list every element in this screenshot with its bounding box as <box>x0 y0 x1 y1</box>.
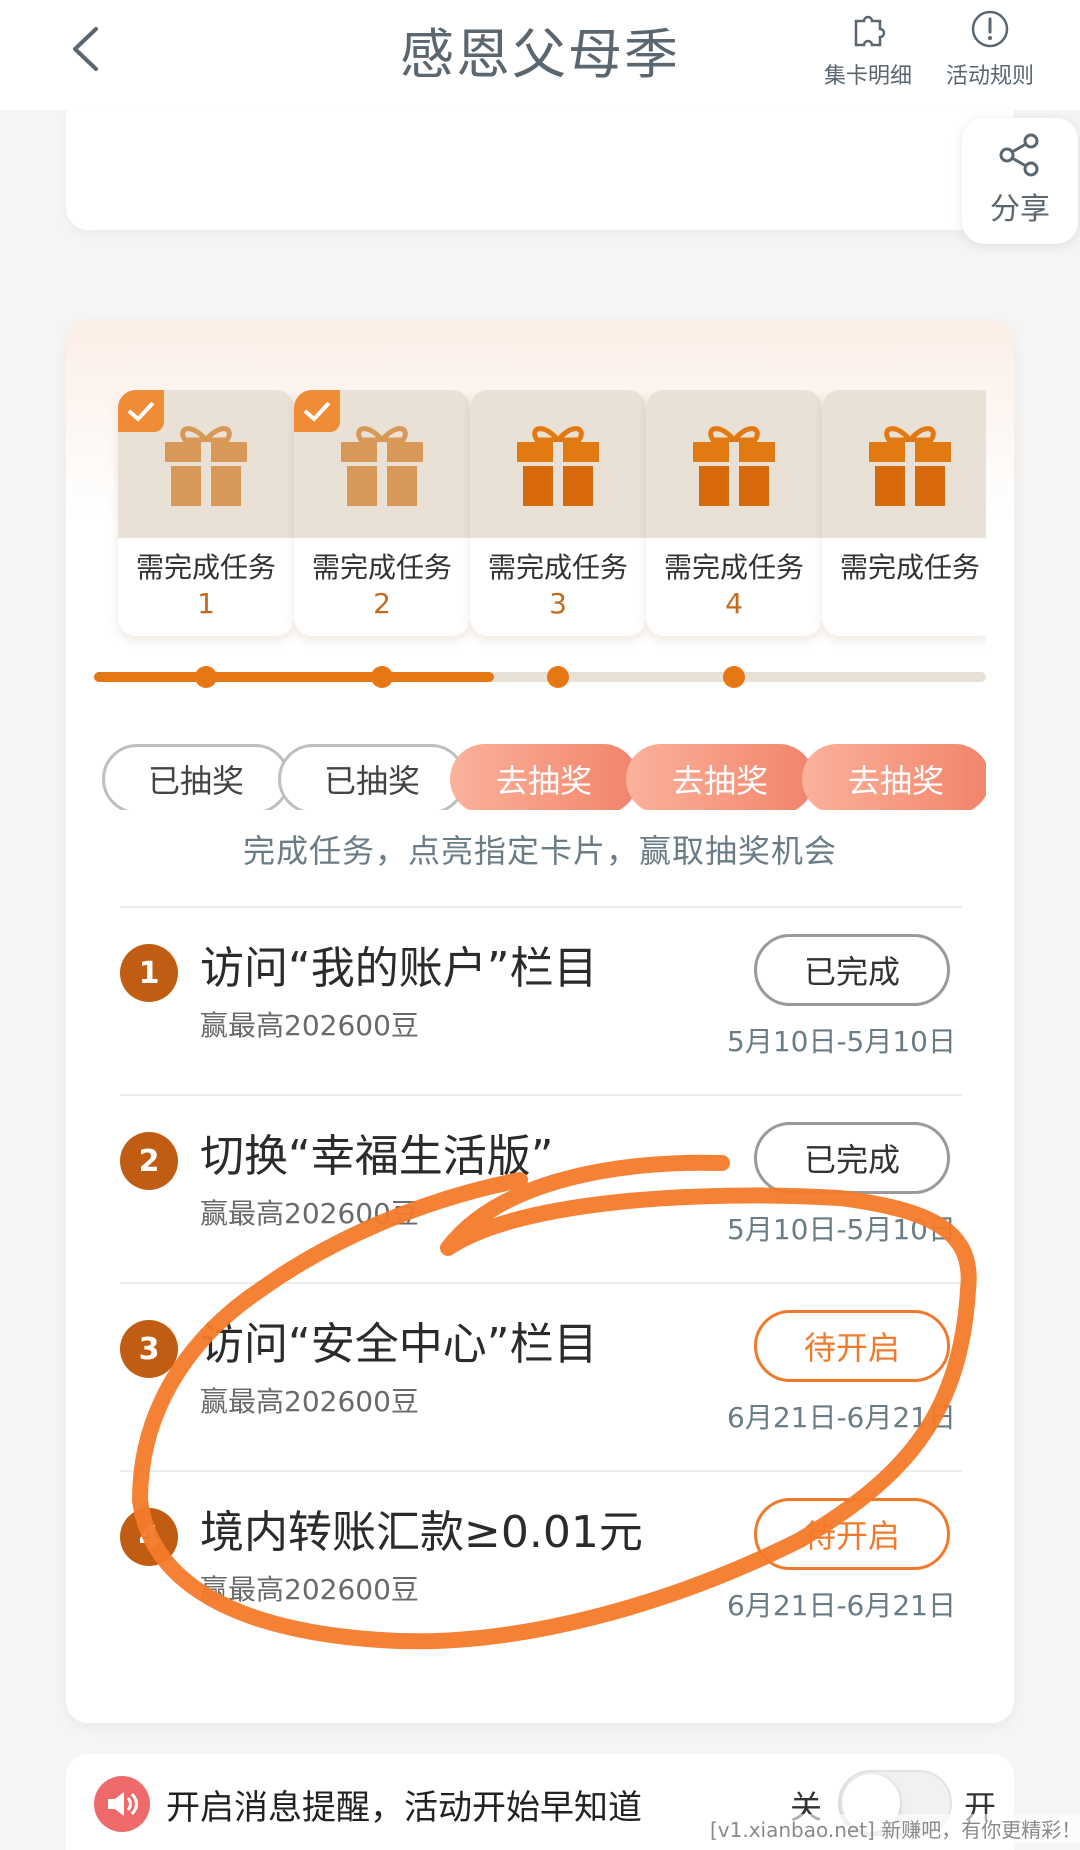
activity-rules-label: 活动规则 <box>945 64 1034 89</box>
task-title: 访问“安全中心”栏目 <box>200 1319 598 1370</box>
task-number-badge: 1 <box>120 944 178 1002</box>
card-details-button[interactable]: 集卡明细 <box>818 8 918 90</box>
lottery-button-5[interactable]: 去抽奖 <box>802 744 986 810</box>
puzzle-icon <box>854 15 886 47</box>
stage-carousel[interactable]: 需完成任务 1 需完成任务 2 需完成任务 3 需完成任务 4 需完成任务 已抽… <box>94 390 986 810</box>
page-title: 感恩父母季 <box>400 23 680 86</box>
share-icon <box>999 133 1039 177</box>
card-details-label: 集卡明细 <box>823 64 912 89</box>
stage-card-4[interactable]: 需完成任务 4 <box>646 390 822 640</box>
progress-dot <box>547 666 569 688</box>
stage-number: 3 <box>549 587 567 620</box>
stage-number: 1 <box>197 587 215 620</box>
gift-icon <box>341 426 423 506</box>
progress-dot <box>723 666 745 688</box>
gift-icon <box>517 426 599 506</box>
share-button[interactable]: 分享 <box>962 118 1078 244</box>
task-row-3: 3 访问“安全中心”栏目 赢最高202600豆 待开启 6月21日-6月21日 <box>120 1282 962 1470</box>
lottery-button-1[interactable]: 已抽奖 <box>102 744 290 810</box>
task-reward: 赢最高202600豆 <box>200 1385 419 1418</box>
info-circle-icon <box>971 10 1009 48</box>
stage-card-1[interactable]: 需完成任务 1 <box>118 390 294 640</box>
task-number-badge: 3 <box>120 1320 178 1378</box>
stage-card-5[interactable]: 需完成任务 <box>822 390 986 640</box>
top-info-card <box>66 110 1014 230</box>
task-date-range: 5月10日-5月10日 <box>727 1213 956 1246</box>
stage-card-2[interactable]: 需完成任务 2 <box>294 390 470 640</box>
lottery-button-2[interactable]: 已抽奖 <box>278 744 466 810</box>
progress-dot <box>371 666 393 688</box>
lottery-button-3[interactable]: 去抽奖 <box>450 744 638 810</box>
stage-label: 需完成任务 <box>487 551 628 584</box>
task-reward: 赢最高202600豆 <box>200 1573 419 1606</box>
task-title: 切换“幸福生活版” <box>200 1131 554 1182</box>
gift-icon <box>693 426 775 506</box>
task-status-button[interactable]: 已完成 <box>754 934 950 1006</box>
task-status-button[interactable]: 待开启 <box>754 1310 950 1382</box>
stage-label: 需完成任务 <box>135 551 276 584</box>
stage-card-3[interactable]: 需完成任务 3 <box>470 390 646 640</box>
task-hint-text: 完成任务，点亮指定卡片，赢取抽奖机会 <box>242 832 837 870</box>
stage-label: 需完成任务 <box>663 551 804 584</box>
task-title: 访问“我的账户”栏目 <box>200 943 598 994</box>
task-reward: 赢最高202600豆 <box>200 1197 419 1230</box>
share-label: 分享 <box>990 192 1050 227</box>
completed-check-icon <box>294 390 340 432</box>
top-navigation-bar: 感恩父母季 集卡明细 活动规则 <box>0 0 1080 110</box>
stage-progress-bar <box>94 666 986 688</box>
notification-text: 开启消息提醒，活动开始早知道 <box>166 1788 642 1828</box>
gift-icon <box>869 426 951 506</box>
progress-dot <box>195 666 217 688</box>
gift-icon <box>165 426 247 506</box>
task-row-1: 1 访问“我的账户”栏目 赢最高202600豆 已完成 5月10日-5月10日 <box>120 906 962 1094</box>
task-row-2: 2 切换“幸福生活版” 赢最高202600豆 已完成 5月10日-5月10日 <box>120 1094 962 1282</box>
speaker-icon <box>94 1776 150 1832</box>
task-date-range: 6月21日-6月21日 <box>727 1589 956 1622</box>
task-date-range: 5月10日-5月10日 <box>727 1025 956 1058</box>
task-date-range: 6月21日-6月21日 <box>727 1401 956 1434</box>
lottery-button-4[interactable]: 去抽奖 <box>626 744 814 810</box>
stage-number: 4 <box>725 587 743 620</box>
task-row-4: 4 境内转账汇款≥0.01元 赢最高202600豆 待开启 6月21日-6月21… <box>120 1470 962 1658</box>
task-number-badge: 4 <box>120 1508 178 1566</box>
task-title: 境内转账汇款≥0.01元 <box>200 1507 643 1558</box>
task-number-badge: 2 <box>120 1132 178 1190</box>
task-reward: 赢最高202600豆 <box>200 1009 419 1042</box>
stage-number: 2 <box>373 587 391 620</box>
task-status-button[interactable]: 已完成 <box>754 1122 950 1194</box>
stage-label: 需完成任务 <box>839 551 980 584</box>
progress-fill <box>94 672 494 682</box>
activity-rules-button[interactable]: 活动规则 <box>940 8 1040 90</box>
completed-check-icon <box>118 390 164 432</box>
task-card: 需完成任务 1 需完成任务 2 需完成任务 3 需完成任务 4 需完成任务 已抽… <box>66 320 1014 1723</box>
watermark-text: [v1.xianbao.net] 新赚吧，有你更精彩！ <box>710 1814 1080 1843</box>
task-status-button[interactable]: 待开启 <box>754 1498 950 1570</box>
stage-label: 需完成任务 <box>311 551 452 584</box>
